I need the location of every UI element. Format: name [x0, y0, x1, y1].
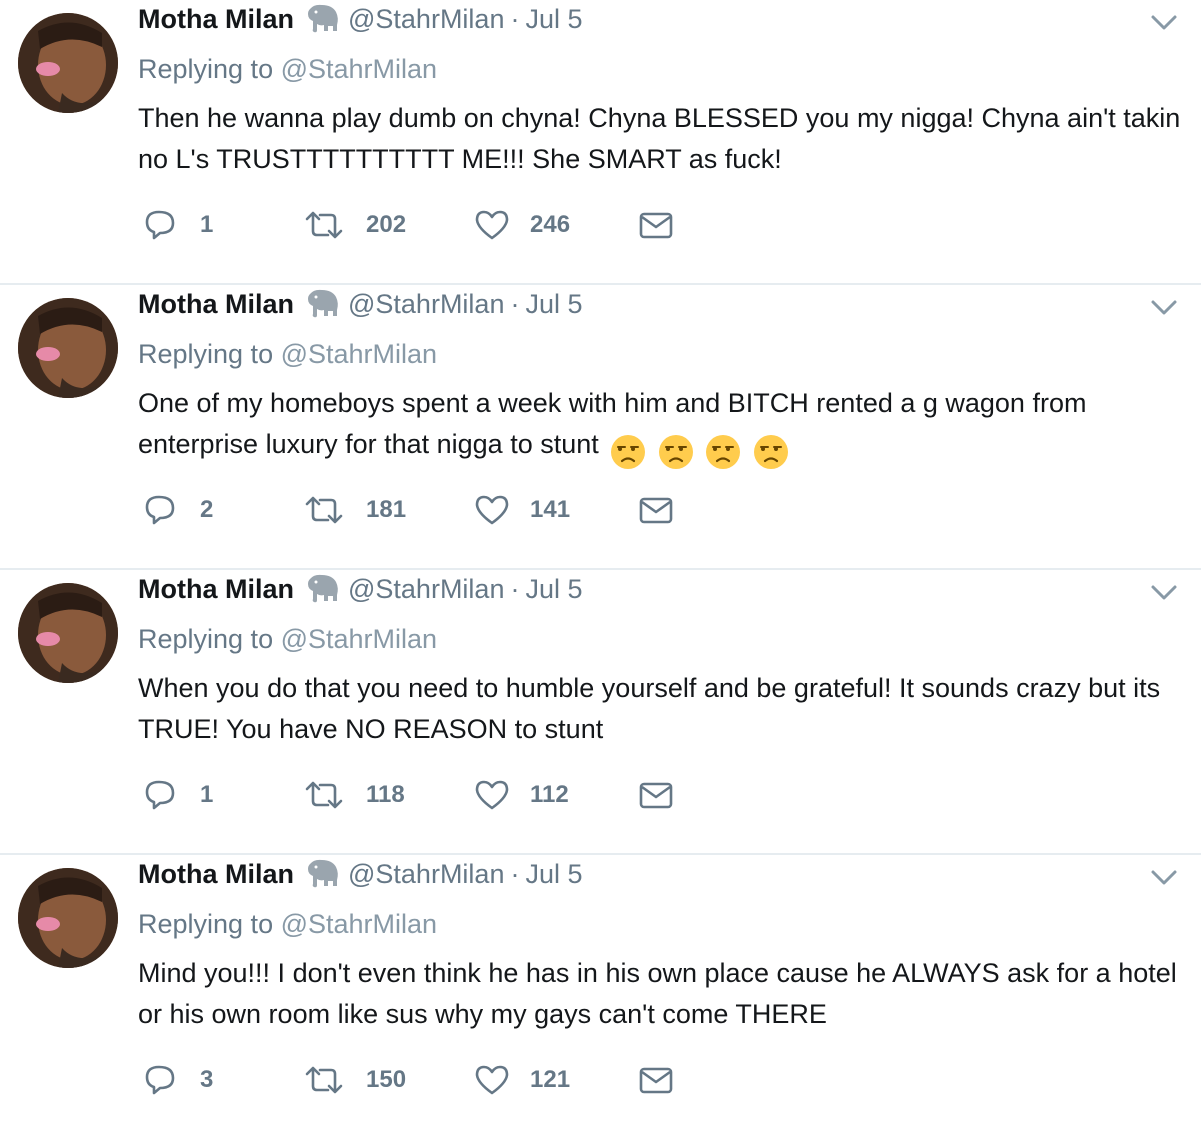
user-handle[interactable]: @StahrMilan — [348, 859, 504, 889]
reply-icon — [145, 495, 175, 525]
heart-icon — [475, 210, 509, 240]
reply-count: 2 — [200, 496, 214, 523]
tweet-date[interactable]: Jul 5 — [525, 289, 582, 319]
tweet-date[interactable]: Jul 5 — [525, 4, 582, 34]
like-count: 246 — [530, 211, 571, 238]
unamused-face-icon — [753, 434, 788, 469]
tweet-actions: 1 118 112 — [138, 775, 698, 815]
replying-label: Replying to — [138, 54, 274, 84]
avatar[interactable] — [18, 13, 118, 113]
user-handle[interactable]: @StahrMilan — [348, 574, 504, 604]
tweet-header: Motha Milan @StahrMilan · Jul 5 — [138, 287, 583, 321]
replying-to: Replying to @StahrMilan — [138, 337, 437, 371]
emoji-group — [606, 430, 789, 471]
tweet-text: When you do that you need to humble your… — [138, 668, 1183, 750]
reply-count: 1 — [200, 211, 214, 238]
display-name[interactable]: Motha Milan — [138, 574, 294, 604]
replying-to: Replying to @StahrMilan — [138, 907, 437, 941]
like-count: 121 — [530, 1066, 571, 1093]
replying-label: Replying to — [138, 624, 274, 654]
tweet[interactable]: Motha Milan @StahrMilan · Jul 5 Replying t… — [0, 570, 1201, 855]
tweet-text-body: Mind you!!! I don't even think he has in… — [138, 958, 1177, 1029]
heart-icon — [475, 780, 509, 810]
elephant-icon — [304, 288, 340, 318]
tweet-text-body: Then he wanna play dumb on chyna! Chyna … — [138, 103, 1181, 174]
separator: · — [510, 4, 520, 34]
display-name[interactable]: Motha Milan — [138, 859, 294, 889]
unamused-face-icon — [658, 434, 693, 469]
separator: · — [510, 289, 520, 319]
chevron-down-icon[interactable] — [1149, 865, 1179, 889]
unamused-face-icon — [611, 434, 646, 469]
tweet-actions: 1 202 246 — [138, 205, 698, 245]
elephant-icon — [304, 858, 340, 888]
reply-icon — [145, 1065, 175, 1095]
separator: · — [510, 859, 520, 889]
reply-icon — [145, 210, 175, 240]
retweet-count: 118 — [366, 781, 405, 808]
user-handle[interactable]: @StahrMilan — [348, 4, 504, 34]
retweet-icon — [305, 496, 343, 524]
replying-mention[interactable]: @StahrMilan — [281, 339, 437, 369]
chevron-down-icon[interactable] — [1149, 10, 1179, 34]
separator: · — [510, 574, 520, 604]
heart-icon — [475, 495, 509, 525]
retweet-count: 181 — [366, 496, 407, 523]
envelope-icon — [639, 782, 673, 809]
tweet-date[interactable]: Jul 5 — [525, 574, 582, 604]
tweet-date[interactable]: Jul 5 — [525, 859, 582, 889]
replying-label: Replying to — [138, 339, 274, 369]
unamused-face-icon — [706, 434, 741, 469]
retweet-icon — [305, 781, 343, 809]
heart-icon — [475, 1065, 509, 1095]
envelope-icon — [639, 497, 673, 524]
like-count: 112 — [530, 781, 569, 808]
elephant-icon — [304, 573, 340, 603]
tweet[interactable]: Motha Milan @StahrMilan · Jul 5 Replying t… — [0, 855, 1201, 1140]
chevron-down-icon[interactable] — [1149, 580, 1179, 604]
envelope-icon — [639, 1067, 673, 1094]
retweet-icon — [305, 211, 343, 239]
tweet-thread: Motha Milan @StahrMilan · Jul 5 Replying t… — [0, 0, 1201, 1112]
retweet-icon — [305, 1066, 343, 1094]
display-name[interactable]: Motha Milan — [138, 289, 294, 319]
tweet-actions: 2 181 141 — [138, 490, 698, 530]
tweet-text: Then he wanna play dumb on chyna! Chyna … — [138, 98, 1183, 180]
replying-label: Replying to — [138, 909, 274, 939]
chevron-down-icon[interactable] — [1149, 295, 1179, 319]
user-handle[interactable]: @StahrMilan — [348, 289, 504, 319]
tweet-header: Motha Milan @StahrMilan · Jul 5 — [138, 857, 583, 891]
tweet-header: Motha Milan @StahrMilan · Jul 5 — [138, 572, 583, 606]
tweet[interactable]: Motha Milan @StahrMilan · Jul 5 Replying t… — [0, 0, 1201, 285]
replying-to: Replying to @StahrMilan — [138, 622, 437, 656]
avatar[interactable] — [18, 583, 118, 683]
reply-icon — [145, 780, 175, 810]
tweet-actions: 3 150 121 — [138, 1060, 698, 1100]
tweet-text-body: When you do that you need to humble your… — [138, 673, 1161, 744]
replying-mention[interactable]: @StahrMilan — [281, 624, 437, 654]
reply-count: 3 — [200, 1066, 214, 1093]
reply-count: 1 — [200, 781, 214, 808]
tweet-text: Mind you!!! I don't even think he has in… — [138, 953, 1183, 1035]
retweet-count: 202 — [366, 211, 407, 238]
replying-mention[interactable]: @StahrMilan — [281, 909, 437, 939]
tweet-header: Motha Milan @StahrMilan · Jul 5 — [138, 2, 583, 36]
tweet-text: One of my homeboys spent a week with him… — [138, 383, 1183, 471]
replying-mention[interactable]: @StahrMilan — [281, 54, 437, 84]
tweet[interactable]: Motha Milan @StahrMilan · Jul 5 Replying t… — [0, 285, 1201, 570]
avatar[interactable] — [18, 298, 118, 398]
avatar[interactable] — [18, 868, 118, 968]
retweet-count: 150 — [366, 1066, 407, 1093]
like-count: 141 — [530, 496, 571, 523]
elephant-icon — [304, 3, 340, 33]
envelope-icon — [639, 212, 673, 239]
replying-to: Replying to @StahrMilan — [138, 52, 437, 86]
display-name[interactable]: Motha Milan — [138, 4, 294, 34]
